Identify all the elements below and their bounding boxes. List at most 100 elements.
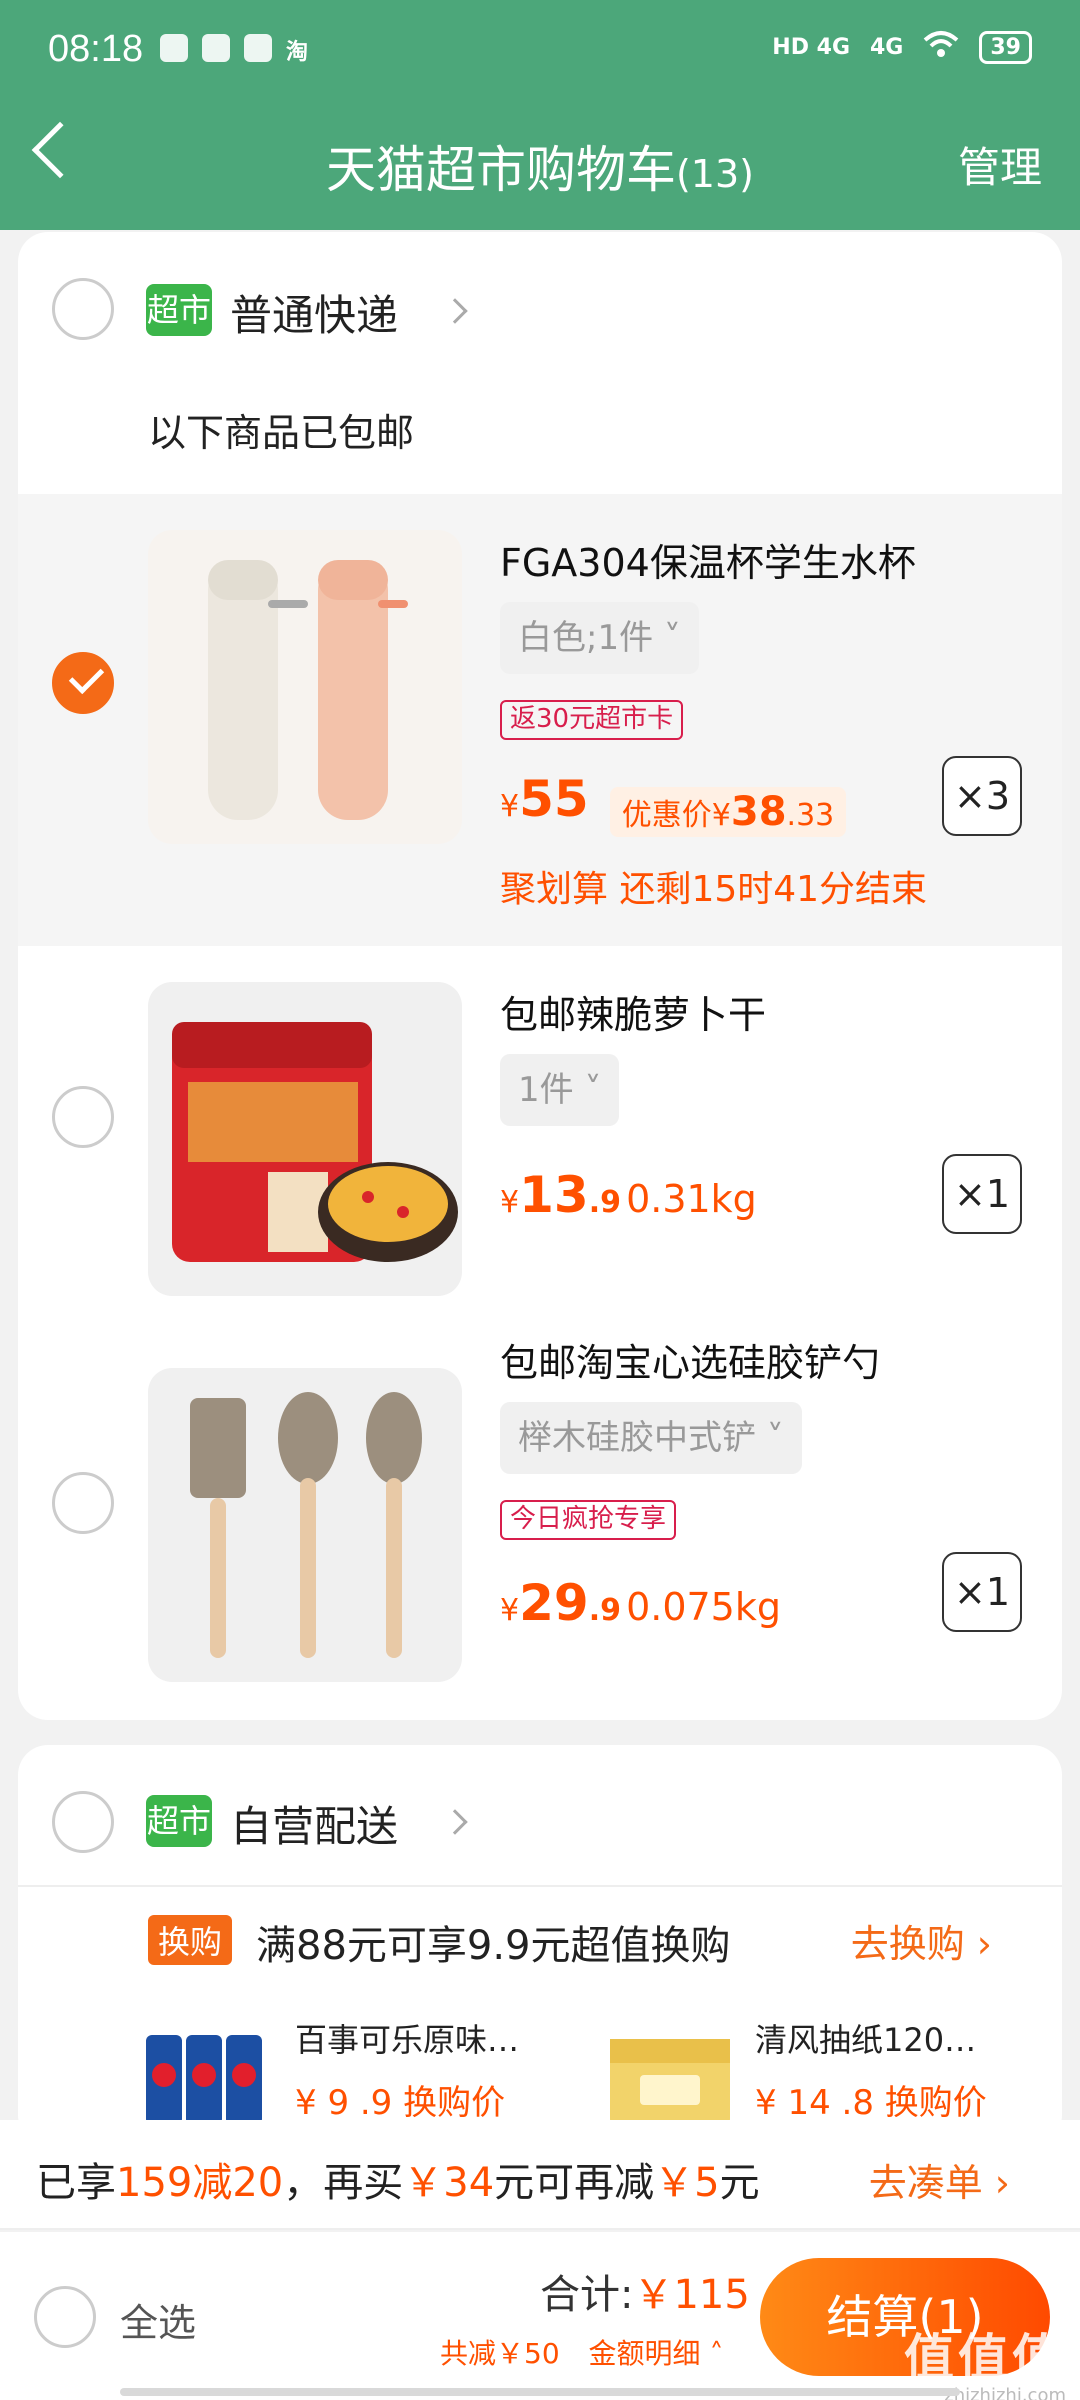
item-title[interactable]: 包邮辣脆萝卜干 xyxy=(500,984,766,1039)
signal-icon: HD 4G xyxy=(772,34,850,60)
exchange-link[interactable]: 去换购 › xyxy=(851,1913,992,1968)
amount-detail-link[interactable]: 金额明细 ˄ xyxy=(589,2337,724,2370)
sku-text: 白色;1件 xyxy=(518,618,654,658)
item-price: ¥29.9 0.075kg xyxy=(500,1574,781,1632)
header: 08:18 淘 HD 4G 4G 39 天猫超市购物车(13) 管理 xyxy=(0,0,1080,230)
promo-tag: 返30元超市卡 xyxy=(500,700,684,740)
checkout-bar: 全选 合计:￥115 共减￥50 金额明细 ˄ 结算(1) 值值值 zhizhiz… xyxy=(0,2232,1080,2400)
store-group-self-delivery: 超市 自营配送 换购 满88元可享9.9元超值换购 去换购 › 百事可乐原味… … xyxy=(18,1745,1062,2145)
product-image-pepsi xyxy=(140,2015,280,2135)
cart-item[interactable]: 包邮辣脆萝卜干 1件 ˅ ¥13.9 0.31kg ×1 xyxy=(18,946,1062,1326)
exchange-product-price: ¥ 9 .9 换购价 xyxy=(295,2083,506,2123)
wifi-icon xyxy=(923,30,959,64)
signal-icon-2: 4G xyxy=(870,34,904,60)
product-image-thermos[interactable] xyxy=(148,530,462,844)
exchange-text: 满88元可享9.9元超值换购 xyxy=(256,1923,731,1969)
select-all-radio[interactable] xyxy=(34,2286,96,2348)
cart-item[interactable]: 包邮淘宝心选硅胶铲勺 榉木硅胶中式铲 ˅ 今日疯抢专享 ¥29.9 0.075k… xyxy=(18,1326,1062,1720)
free-shipping-note: 以下商品已包邮 xyxy=(148,411,415,455)
status-time: 08:18 xyxy=(48,28,144,70)
price-currency: ¥ xyxy=(500,1185,520,1220)
watermark-text: 值值值 xyxy=(904,2329,1066,2387)
price-currency: ¥ xyxy=(500,1593,520,1628)
add-more-link[interactable]: 去凑单 › xyxy=(869,2152,1010,2207)
chevron-right-icon xyxy=(442,298,468,324)
store-name: 自营配送 xyxy=(230,1802,399,1851)
page-title: 天猫超市购物车(13) xyxy=(0,130,1080,202)
status-bar: 08:18 淘 HD 4G 4G 39 xyxy=(0,0,1080,100)
store-header[interactable]: 超市 自营配送 xyxy=(18,1745,1062,1885)
item-price: ¥55 优惠价¥38.33 xyxy=(500,770,847,837)
item-select-radio[interactable] xyxy=(52,652,114,714)
total-label: 合计: xyxy=(540,2272,634,2318)
sku-text: 1件 xyxy=(518,1070,574,1110)
page-title-text: 天猫超市购物车 xyxy=(325,141,676,199)
map-app-icon xyxy=(244,34,272,62)
discount-progress-bar[interactable]: 已享159减20，再买￥34元可再减￥5元 去凑单 › xyxy=(0,2120,1080,2230)
price-currency: ¥ xyxy=(500,789,520,824)
cart-count: (13) xyxy=(675,152,754,196)
item-title[interactable]: FGA304保温杯学生水杯 xyxy=(500,532,916,587)
exchange-product[interactable]: 百事可乐原味… ¥ 9 .9 换购价 xyxy=(140,2015,560,2135)
savings-info: 共减￥50 金额明细 ˄ xyxy=(440,2332,723,2372)
news-app-icon xyxy=(202,34,230,62)
video-app-icon xyxy=(160,34,188,62)
nav-bar: 天猫超市购物车(13) 管理 xyxy=(0,110,1080,210)
total-amount: 合计:￥115 xyxy=(540,2262,750,2320)
exchange-product[interactable]: 清风抽纸120… ¥ 14 .8 换购价 xyxy=(600,2015,1040,2135)
discount-price-badge: 优惠价¥38.33 xyxy=(609,786,847,837)
quantity-button[interactable]: ×1 xyxy=(942,1154,1022,1234)
select-all-label[interactable]: 全选 xyxy=(120,2292,196,2347)
exchange-product-name: 清风抽纸120… xyxy=(755,2021,977,2059)
add-more-text: 去凑单 xyxy=(868,2161,983,2205)
supermarket-badge: 超市 xyxy=(146,284,212,336)
discount-highlight-3: ￥5 xyxy=(654,2160,720,2206)
discount-text-3: 元可再减 xyxy=(494,2160,655,2206)
product-image-tissue xyxy=(600,2015,740,2135)
taobao-app-icon: 淘 xyxy=(286,40,309,65)
product-image-spatula[interactable] xyxy=(148,1368,462,1682)
cart-item[interactable]: FGA304保温杯学生水杯 白色;1件 ˅ 返30元超市卡 ¥55 优惠价¥38… xyxy=(18,494,1062,946)
amount-detail-text: 金额明细 xyxy=(588,2337,701,2370)
discount-highlight-1: 159减20 xyxy=(116,2160,284,2206)
sku-text: 榉木硅胶中式铲 xyxy=(518,1418,756,1458)
item-select-radio[interactable] xyxy=(52,1472,114,1534)
site-watermark: 值值值 zhizhizhi.com xyxy=(904,2318,1066,2400)
discount-integer: 38 xyxy=(730,788,787,835)
store-select-radio[interactable] xyxy=(52,1791,114,1853)
sku-selector[interactable]: 榉木硅胶中式铲 ˅ xyxy=(500,1402,802,1474)
item-title[interactable]: 包邮淘宝心选硅胶铲勺 xyxy=(500,1332,880,1387)
price-decimal: .9 xyxy=(588,1185,621,1220)
chevron-right-icon xyxy=(442,1809,468,1835)
sku-selector[interactable]: 1件 ˅ xyxy=(500,1054,620,1126)
item-select-radio[interactable] xyxy=(52,1086,114,1148)
discount-progress-text: 已享159减20，再买￥34元可再减￥5元 xyxy=(36,2150,760,2208)
exchange-offer-row[interactable]: 换购 满88元可享9.9元超值换购 去换购 › xyxy=(18,1885,1062,1985)
discount-text-1: 已享 xyxy=(36,2160,116,2206)
watermark-site: zhizhizhi.com xyxy=(944,2385,1066,2400)
store-name: 普通快递 xyxy=(230,291,399,340)
status-app-icons: 淘 xyxy=(160,34,308,66)
discount-text-4: 元 xyxy=(719,2160,760,2206)
sku-selector[interactable]: 白色;1件 ˅ xyxy=(500,602,699,674)
item-weight: 0.31kg xyxy=(626,1177,757,1221)
quantity-button[interactable]: ×1 xyxy=(942,1552,1022,1632)
discount-highlight-2: ￥34 xyxy=(403,2160,495,2206)
store-header[interactable]: 超市 普通快递 xyxy=(18,232,1062,392)
exchange-badge: 换购 xyxy=(148,1915,233,1965)
exchange-product-price: ¥ 14 .8 换购价 xyxy=(755,2083,987,2123)
home-indicator[interactable] xyxy=(120,2388,960,2396)
discount-label: 优惠价¥ xyxy=(621,797,731,833)
quantity-button[interactable]: ×3 xyxy=(942,756,1022,836)
item-price: ¥13.9 0.31kg xyxy=(500,1166,757,1224)
status-indicators: HD 4G 4G 39 xyxy=(772,30,1032,64)
supermarket-badge: 超市 xyxy=(146,1795,212,1847)
price-integer: 29 xyxy=(519,1574,589,1632)
total-value: ￥115 xyxy=(633,2272,750,2318)
store-select-radio[interactable] xyxy=(52,278,114,340)
flash-deal-countdown: 聚划算 还剩15时41分结束 xyxy=(500,869,928,910)
price-decimal: .9 xyxy=(588,1593,621,1628)
exchange-product-name: 百事可乐原味… xyxy=(295,2021,520,2059)
manage-button[interactable]: 管理 xyxy=(958,134,1042,195)
product-image-radish[interactable] xyxy=(148,982,462,1296)
